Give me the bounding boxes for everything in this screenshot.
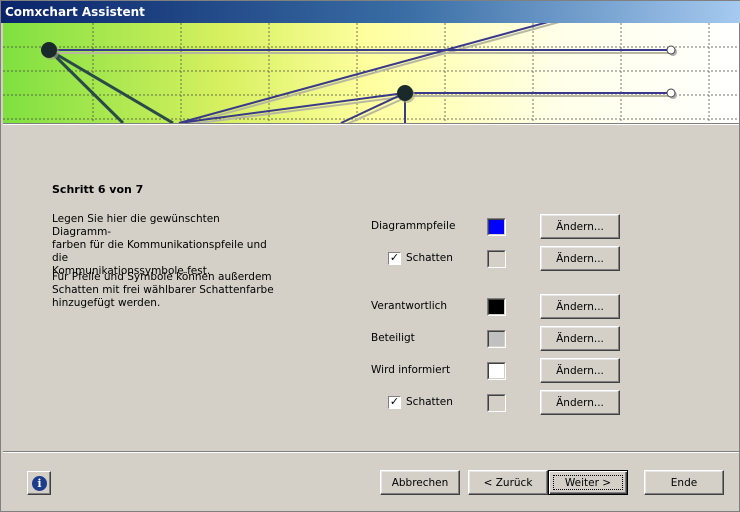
schatten-symbols-color-swatch <box>487 394 506 412</box>
description-line: hinzugefügt werden. <box>52 297 161 309</box>
finish-button[interactable]: Ende <box>644 470 724 495</box>
beteiligt-color-swatch <box>487 330 506 348</box>
description-paragraph-2: Für Pfeile und Symbole können außerdem S… <box>52 271 282 310</box>
schatten-checkbox-symbols[interactable]: ✓ <box>388 395 401 409</box>
diagrammpfeile-label: Diagrammpfeile <box>371 220 456 232</box>
footer-separator <box>3 451 739 453</box>
description-line: Legen Sie hier die gewünschten Diagramm- <box>52 213 220 238</box>
banner-separator <box>3 123 739 125</box>
wird-informiert-label: Wird informiert <box>371 364 451 376</box>
schatten-label-symbols: Schatten <box>406 396 453 408</box>
schatten-symbols-change-button[interactable]: Ändern... <box>540 390 620 415</box>
banner-graphic <box>3 23 739 123</box>
schatten-label-arrows: Schatten <box>406 252 453 264</box>
info-icon: i <box>32 476 47 491</box>
description-line: Für Pfeile und Symbole können außerdem <box>52 271 272 283</box>
beteiligt-label: Beteiligt <box>371 332 415 344</box>
verantwortlich-label: Verantwortlich <box>371 300 448 312</box>
schatten-arrows-color-swatch <box>487 250 506 268</box>
verantwortlich-change-button[interactable]: Ändern... <box>540 294 620 319</box>
diagrammpfeile-change-button[interactable]: Ändern... <box>540 214 620 239</box>
next-button[interactable]: Weiter > <box>548 470 628 495</box>
header-banner <box>3 23 739 123</box>
description-line: farben für die Kommunikationspfeile und … <box>52 239 267 264</box>
verantwortlich-color-swatch <box>487 298 506 316</box>
diagrammpfeile-color-swatch <box>487 218 506 236</box>
wird-informiert-change-button[interactable]: Ändern... <box>540 358 620 383</box>
schatten-checkbox-arrows[interactable]: ✓ <box>388 251 401 265</box>
schatten-arrows-change-button[interactable]: Ändern... <box>540 246 620 271</box>
checkmark-icon: ✓ <box>389 251 400 264</box>
wizard-window: Comxchart Assistent Schritt 6 von 7 Lege… <box>0 0 740 512</box>
step-title: Schritt 6 von 7 <box>52 183 144 196</box>
description-paragraph-1: Legen Sie hier die gewünschten Diagramm-… <box>52 213 282 278</box>
wird-informiert-color-swatch <box>487 362 506 380</box>
info-button[interactable]: i <box>27 471 51 495</box>
cancel-button[interactable]: Abbrechen <box>380 470 460 495</box>
description-line: Schatten mit frei wählbarer Schattenfarb… <box>52 284 274 296</box>
beteiligt-change-button[interactable]: Ändern... <box>540 326 620 351</box>
checkmark-icon: ✓ <box>389 395 400 408</box>
back-button[interactable]: < Zurück <box>468 470 548 495</box>
window-title: Comxchart Assistent <box>1 1 740 23</box>
